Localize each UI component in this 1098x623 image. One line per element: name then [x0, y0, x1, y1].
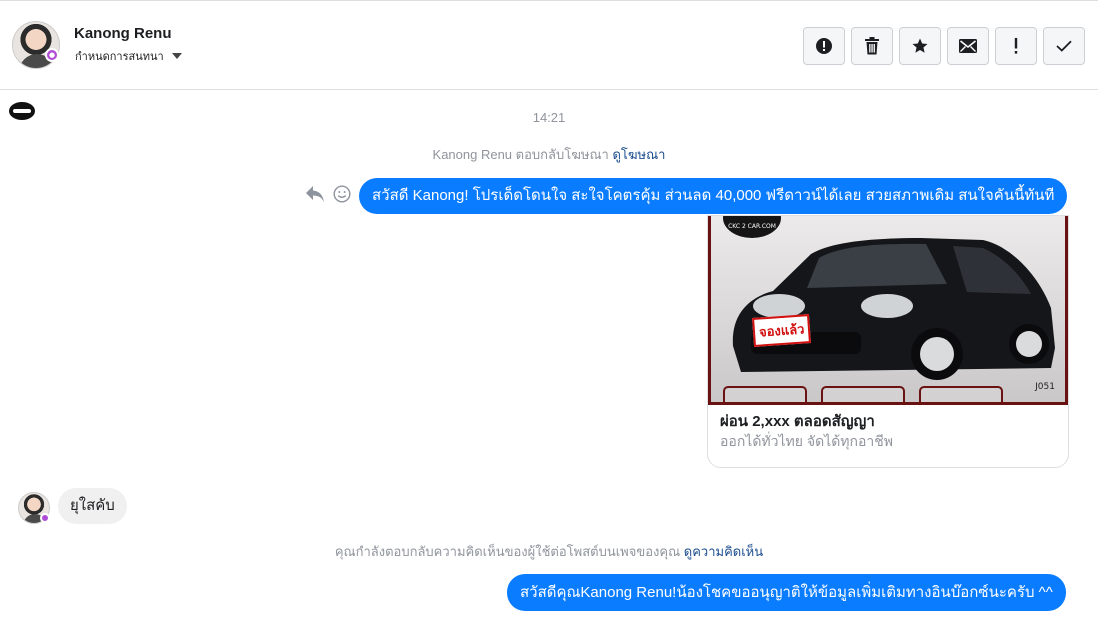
plate-code: J051 [1035, 382, 1055, 392]
star-button[interactable] [899, 27, 941, 65]
contact-name[interactable]: Kanong Renu [74, 25, 172, 42]
view-comment-link[interactable]: ดูความคิดเห็น [684, 544, 763, 559]
assign-label: กำหนดการสนทนา [75, 50, 164, 63]
envelope-icon [959, 39, 977, 53]
ad-thumbnails [723, 386, 1003, 402]
view-ad-link[interactable]: ดูโฆษณา [612, 147, 665, 162]
caret-down-icon [171, 53, 182, 59]
star-icon [912, 38, 928, 53]
thumbnail [723, 386, 807, 402]
mark-unread-button[interactable] [947, 27, 989, 65]
assign-conversation-dropdown[interactable]: กำหนดการสนทนา [75, 47, 182, 65]
emoji-reaction-icon[interactable] [333, 185, 351, 203]
ad-subtitle: ออกได้ทั่วไทย จัดได้ทุกอาชีพ [720, 433, 894, 449]
ad-logo: CKC 2 CAR.COM [723, 216, 781, 238]
check-icon [1056, 40, 1072, 52]
trash-icon [865, 37, 879, 55]
incoming-message[interactable]: ยุใสคับ [58, 488, 127, 524]
messenger-badge-icon [40, 513, 50, 523]
ad-card[interactable]: CKC 2 CAR.COM จองแล้ว J051 ผ่อน 2,xxx ตล… [707, 215, 1069, 468]
ad-reply-notice: Kanong Renu ตอบกลับโฆษณา ดูโฆษณา [0, 144, 1098, 165]
spam-button[interactable] [803, 27, 845, 65]
header-toolbar [803, 27, 1085, 65]
ad-image: CKC 2 CAR.COM จองแล้ว J051 [708, 216, 1068, 405]
comment-reply-notice: คุณกำลังตอบกลับความคิดเห็นของผู้ใช้ต่อโพ… [0, 541, 1098, 562]
mark-done-button[interactable] [1043, 27, 1085, 65]
comment-reply-text: คุณกำลังตอบกลับความคิดเห็นของผู้ใช้ต่อโพ… [334, 544, 681, 559]
reserved-stamp: จองแล้ว [752, 314, 812, 347]
message-timestamp: 14:21 [532, 110, 566, 125]
thumbnail [919, 386, 1003, 402]
car-image [732, 238, 1055, 380]
ad-title: ผ่อน 2,xxx ตลอดสัญญา [720, 413, 875, 430]
thumbnail [821, 386, 905, 402]
messenger-badge-icon: ● [45, 48, 59, 62]
follow-up-button[interactable] [995, 27, 1037, 65]
outgoing-message[interactable]: สวัสดีคุณKanong Renu!น้องโชคขออนุญาติให้… [507, 574, 1066, 611]
exclamation-icon [1014, 38, 1018, 54]
delete-button[interactable] [851, 27, 893, 65]
exclamation-circle-icon [816, 38, 832, 54]
ad-reply-text: Kanong Renu ตอบกลับโฆษณา [432, 147, 609, 162]
message-actions [305, 185, 351, 203]
conversation-view: ● Kanong Renu กำหนดการสนทนา 14:21 Kanong… [0, 0, 1098, 623]
outgoing-message[interactable]: สวัสดี Kanong! โปรเด็ดโดนใจ สะใจโคตรคุ้ม… [359, 178, 1068, 214]
reply-icon[interactable] [305, 185, 325, 203]
conversation-header: ● Kanong Renu กำหนดการสนทนา [0, 1, 1098, 90]
